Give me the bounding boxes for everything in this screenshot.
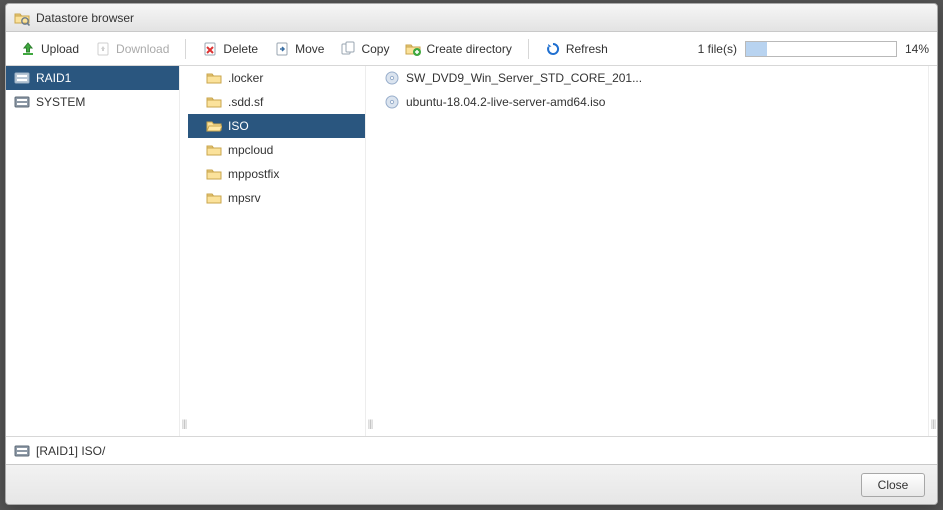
file-count-label: 1 file(s) xyxy=(698,42,737,56)
upload-progress-percent: 14% xyxy=(905,42,929,56)
toolbar-separator xyxy=(528,39,529,59)
column-resizer[interactable]: ||| xyxy=(180,66,188,436)
close-button[interactable]: Close xyxy=(861,473,925,497)
create-directory-label: Create directory xyxy=(426,42,511,56)
iso-icon xyxy=(384,94,400,110)
upload-button[interactable]: Upload xyxy=(14,37,85,61)
window-title: Datastore browser xyxy=(36,11,134,25)
file-name: ubuntu-18.04.2-live-server-amd64.iso xyxy=(406,95,605,109)
folder-icon xyxy=(206,142,222,158)
folder-icon xyxy=(206,190,222,206)
folder-icon xyxy=(206,94,222,110)
folder-item[interactable]: .locker xyxy=(188,66,365,90)
titlebar: Datastore browser xyxy=(6,4,937,32)
move-icon xyxy=(274,41,290,57)
datastore-name: RAID1 xyxy=(36,71,71,85)
file-item[interactable]: SW_DVD9_Win_Server_STD_CORE_201... xyxy=(374,66,928,90)
folder-plus-icon xyxy=(405,41,421,57)
move-button[interactable]: Move xyxy=(268,37,330,61)
upload-progress-bar xyxy=(746,42,767,56)
column-resizer[interactable]: ||| xyxy=(929,66,937,436)
folder-name: mppostfix xyxy=(228,167,279,181)
move-label: Move xyxy=(295,42,324,56)
download-icon xyxy=(95,41,111,57)
datastore-icon xyxy=(14,443,30,459)
toolbar-separator xyxy=(185,39,186,59)
delete-button[interactable]: Delete xyxy=(196,37,264,61)
toolbar: Upload Download Delete Move Copy Create … xyxy=(6,32,937,66)
folder-name: ISO xyxy=(228,119,249,133)
datastore-item[interactable]: RAID1 xyxy=(6,66,179,90)
folder-name: .locker xyxy=(228,71,263,85)
upload-icon xyxy=(20,41,36,57)
delete-label: Delete xyxy=(223,42,258,56)
path-bar: [RAID1] ISO/ xyxy=(6,436,937,464)
upload-status: 1 file(s) 14% xyxy=(698,41,929,57)
refresh-icon xyxy=(545,41,561,57)
copy-button[interactable]: Copy xyxy=(334,37,395,61)
content-area: RAID1 SYSTEM ||| .locker .sdd.sf ISO mpcloud… xyxy=(6,66,937,436)
datastore-icon xyxy=(14,94,30,110)
download-button[interactable]: Download xyxy=(89,37,175,61)
folder-item[interactable]: .sdd.sf xyxy=(188,90,365,114)
download-label: Download xyxy=(116,42,169,56)
file-name: SW_DVD9_Win_Server_STD_CORE_201... xyxy=(406,71,642,85)
create-directory-button[interactable]: Create directory xyxy=(399,37,517,61)
folder-item[interactable]: mpcloud xyxy=(188,138,365,162)
datastore-column: RAID1 SYSTEM xyxy=(6,66,180,436)
iso-icon xyxy=(384,70,400,86)
dialog-footer: Close xyxy=(6,464,937,504)
copy-icon xyxy=(340,41,356,57)
datastore-icon xyxy=(14,70,30,86)
refresh-label: Refresh xyxy=(566,42,608,56)
path-text: [RAID1] ISO/ xyxy=(36,444,105,458)
datastore-browser-dialog: Datastore browser Upload Download Delete… xyxy=(5,3,938,505)
copy-label: Copy xyxy=(361,42,389,56)
folder-name: .sdd.sf xyxy=(228,95,263,109)
folder-icon xyxy=(206,166,222,182)
upload-label: Upload xyxy=(41,42,79,56)
refresh-button[interactable]: Refresh xyxy=(539,37,614,61)
folder-name: mpsrv xyxy=(228,191,261,205)
upload-progress xyxy=(745,41,897,57)
folder-column: .locker .sdd.sf ISO mpcloud mppostfix mpsrv xyxy=(188,66,366,436)
datastore-item[interactable]: SYSTEM xyxy=(6,90,179,114)
folder-name: mpcloud xyxy=(228,143,273,157)
delete-icon xyxy=(202,41,218,57)
folder-icon xyxy=(206,118,222,134)
folder-icon xyxy=(206,70,222,86)
file-item[interactable]: ubuntu-18.04.2-live-server-amd64.iso xyxy=(374,90,928,114)
datastore-name: SYSTEM xyxy=(36,95,85,109)
folder-item[interactable]: mppostfix xyxy=(188,162,365,186)
folder-item[interactable]: ISO xyxy=(188,114,365,138)
datastore-browser-icon xyxy=(14,10,30,26)
file-column: SW_DVD9_Win_Server_STD_CORE_201...ubuntu… xyxy=(374,66,929,436)
folder-item[interactable]: mpsrv xyxy=(188,186,365,210)
column-resizer[interactable]: ||| xyxy=(366,66,374,436)
